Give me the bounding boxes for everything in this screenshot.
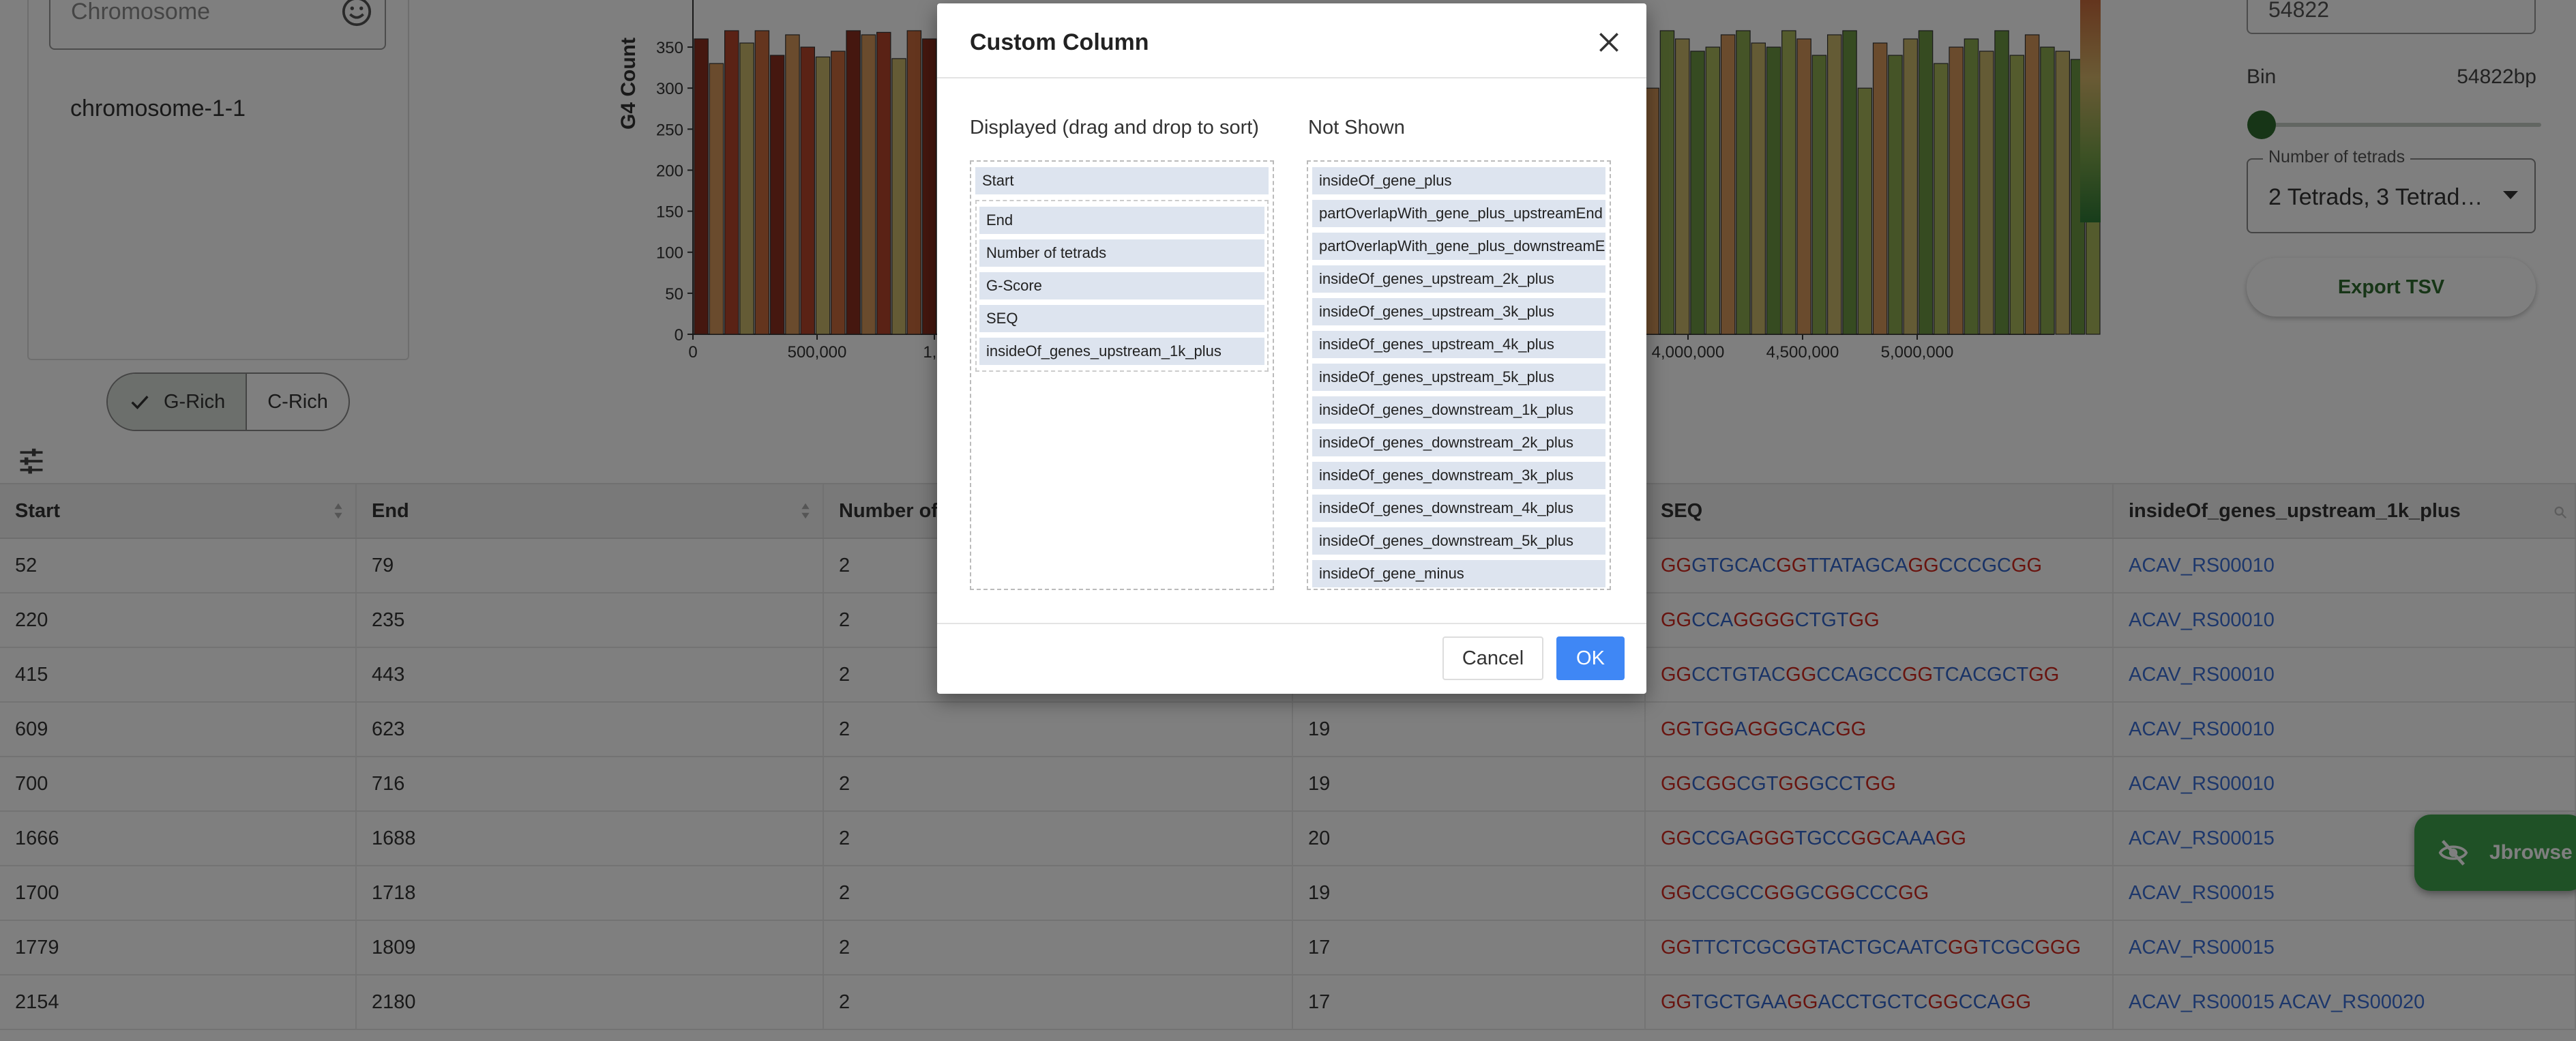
not-shown-column-chip[interactable]: insideOf_genes_downstream_4k_plus xyxy=(1312,495,1605,522)
not-shown-column-chip[interactable]: insideOf_gene_minus xyxy=(1312,560,1605,587)
not-shown-column-chip[interactable]: insideOf_genes_upstream_3k_plus xyxy=(1312,298,1605,325)
displayed-column-chip[interactable]: G-Score xyxy=(979,272,1264,299)
dialog-divider xyxy=(937,623,1646,624)
not-shown-columns-title: Not Shown xyxy=(1308,117,1405,138)
not-shown-column-chip[interactable]: insideOf_genes_downstream_1k_plus xyxy=(1312,396,1605,424)
close-icon[interactable] xyxy=(1596,29,1622,55)
not-shown-column-chip[interactable]: insideOf_genes_upstream_2k_plus xyxy=(1312,265,1605,293)
not-shown-column-chip[interactable]: insideOf_genes_downstream_3k_plus xyxy=(1312,462,1605,489)
custom-column-dialog: Custom Column Displayed (drag and drop t… xyxy=(937,3,1646,694)
not-shown-column-chip[interactable]: partOverlapWith_gene_plus_downstreamEnd xyxy=(1312,233,1605,260)
not-shown-column-chip[interactable]: insideOf_genes_downstream_5k_plus xyxy=(1312,527,1605,555)
displayed-column-chip[interactable]: End xyxy=(979,207,1264,234)
displayed-columns-list[interactable]: Start End Number of tetrads G-Score SEQ insi… xyxy=(970,160,1274,590)
not-shown-column-chip[interactable]: insideOf_genes_upstream_4k_plus xyxy=(1312,331,1605,358)
displayed-column-chip[interactable]: SEQ xyxy=(979,305,1264,332)
dialog-title: Custom Column xyxy=(970,29,1149,55)
ok-button[interactable]: OK xyxy=(1556,636,1625,680)
displayed-column-chip[interactable]: insideOf_genes_upstream_1k_plus xyxy=(979,338,1264,365)
dialog-divider xyxy=(937,77,1646,78)
displayed-column-chip[interactable]: Number of tetrads xyxy=(979,239,1264,267)
not-shown-columns-list[interactable]: insideOf_gene_plus partOverlapWith_gene_p… xyxy=(1307,160,1611,590)
not-shown-column-chip[interactable]: partOverlapWith_gene_plus_upstreamEnd xyxy=(1312,200,1605,227)
displayed-column-fixed: Start xyxy=(975,167,1269,194)
displayed-columns-title: Displayed (drag and drop to sort) xyxy=(970,117,1259,138)
not-shown-column-chip[interactable]: insideOf_genes_upstream_5k_plus xyxy=(1312,364,1605,391)
displayed-columns-dropzone[interactable]: End Number of tetrads G-Score SEQ insideOf_g… xyxy=(975,200,1269,372)
not-shown-column-chip[interactable]: insideOf_gene_plus xyxy=(1312,167,1605,194)
cancel-button[interactable]: Cancel xyxy=(1442,636,1543,680)
not-shown-column-chip[interactable]: insideOf_genes_downstream_2k_plus xyxy=(1312,429,1605,456)
